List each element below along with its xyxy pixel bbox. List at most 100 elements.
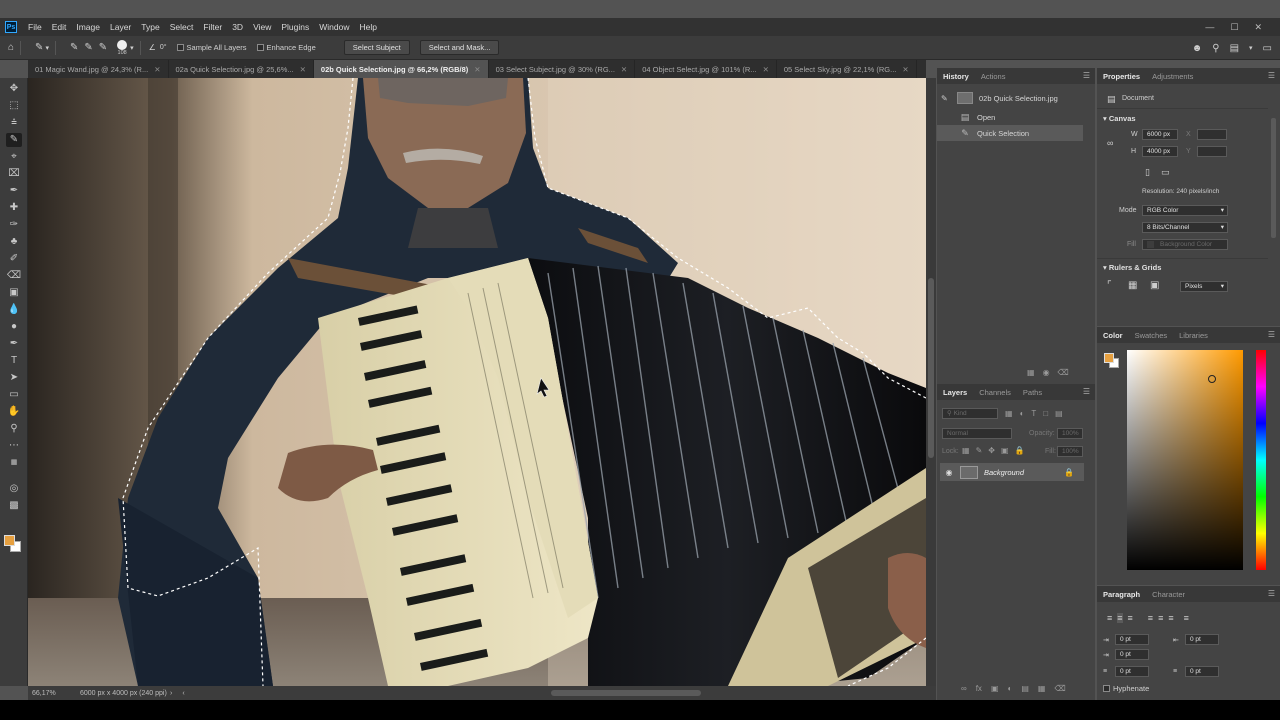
hue-slider[interactable]	[1256, 350, 1266, 570]
height-input[interactable]: 4000 px	[1142, 146, 1178, 157]
brush-picker[interactable]: 108	[117, 39, 128, 56]
share-export-icon[interactable]: ▭	[1263, 43, 1272, 54]
close-icon[interactable]: ✕	[763, 65, 769, 74]
hand-tool-icon[interactable]: ✋	[6, 405, 22, 419]
tab-actions[interactable]: Actions	[975, 72, 1012, 81]
tab-swatches[interactable]: Swatches	[1129, 331, 1174, 340]
history-brush-source-icon[interactable]: ✎	[941, 94, 948, 103]
gradient-tool-icon[interactable]: ▣	[6, 286, 22, 300]
chevron-down-icon[interactable]: ▾	[1249, 44, 1253, 52]
fill-input[interactable]: 100%	[1057, 446, 1083, 457]
lock-position-icon[interactable]: ✥	[988, 446, 995, 455]
quick-selection-tool-preset-icon[interactable]: ✎	[35, 42, 43, 53]
panel-menu-icon[interactable]: ☰	[1083, 71, 1090, 80]
enhance-edge-checkbox[interactable]: Enhance Edge	[256, 43, 316, 52]
indent-left-input[interactable]: 0 pt	[1115, 634, 1149, 645]
tab-layers[interactable]: Layers	[937, 388, 973, 397]
workspace-icon[interactable]: ▤	[1230, 43, 1239, 54]
tab-select-subject[interactable]: 03 Select Subject.jpg @ 30% (RG... ✕	[489, 60, 636, 78]
select-subject-button[interactable]: Select Subject	[343, 40, 410, 55]
eraser-tool-icon[interactable]: ⌫	[6, 269, 22, 283]
type-tool-icon[interactable]: T	[6, 354, 22, 368]
color-panel-foreground-swatch[interactable]	[1104, 353, 1114, 363]
clone-stamp-tool-icon[interactable]: ♣	[6, 235, 22, 249]
x-input[interactable]	[1197, 129, 1227, 140]
new-selection-icon[interactable]: ✎	[70, 42, 78, 53]
justify-last-right-icon[interactable]: ≡	[1168, 613, 1173, 623]
lock-image-icon[interactable]: ✎	[976, 446, 983, 455]
search-icon[interactable]: ⚲	[1212, 43, 1219, 54]
menu-select[interactable]: Select	[165, 22, 199, 32]
tab-history[interactable]: History	[937, 72, 975, 81]
home-icon[interactable]: ⌂	[8, 42, 14, 53]
link-icon[interactable]: ∞	[1107, 138, 1113, 148]
close-icon[interactable]: ✕	[902, 65, 908, 74]
align-center-icon[interactable]: ≡	[1117, 613, 1123, 623]
fill-select[interactable]: Background Color	[1142, 239, 1228, 250]
add-to-selection-icon[interactable]: ✎	[84, 42, 92, 53]
more-tools-icon[interactable]: ⋯	[6, 439, 22, 453]
trash-icon[interactable]: ⌫	[1054, 684, 1065, 693]
history-item-quick-selection[interactable]: ✎ Quick Selection	[937, 125, 1083, 141]
portrait-orientation-icon[interactable]: ▯	[1145, 167, 1150, 178]
frame-tool-icon[interactable]: ⌧	[6, 167, 22, 181]
quick-selection-tool-icon[interactable]: ✎	[6, 133, 22, 147]
color-picker-field[interactable]	[1127, 350, 1243, 570]
maximize-icon[interactable]: ☐	[1230, 22, 1238, 33]
tab-magic-wand[interactable]: 01 Magic Wand.jpg @ 24,3% (R... ✕	[28, 60, 169, 78]
y-input[interactable]	[1197, 146, 1227, 157]
hyphenate-checkbox[interactable]: Hyphenate	[1103, 684, 1149, 693]
width-input[interactable]: 6000 px	[1142, 129, 1178, 140]
shape-filter-icon[interactable]: □	[1043, 409, 1048, 418]
blend-mode-select[interactable]: Normal	[942, 428, 1012, 439]
lock-artboard-icon[interactable]: ▣	[1001, 446, 1009, 455]
menu-plugins[interactable]: Plugins	[276, 22, 314, 32]
move-tool-icon[interactable]: ✥	[6, 82, 22, 96]
lock-icon[interactable]: 🔒	[1064, 468, 1074, 477]
ruler-icon[interactable]: ⌜	[1107, 280, 1112, 291]
trash-icon[interactable]: ⌫	[1058, 368, 1069, 377]
history-brush-tool-icon[interactable]: ✐	[6, 252, 22, 266]
tab-paragraph[interactable]: Paragraph	[1097, 590, 1146, 599]
first-line-indent-input[interactable]: 0 pt	[1115, 649, 1149, 660]
bit-depth-select[interactable]: 8 Bits/Channel ▾	[1142, 222, 1228, 233]
close-icon[interactable]: ✕	[154, 65, 160, 74]
panel-menu-icon[interactable]: ☰	[1083, 387, 1090, 396]
space-before-input[interactable]: 0 pt	[1115, 666, 1149, 677]
share-icon[interactable]: ☻	[1192, 43, 1203, 54]
align-left-icon[interactable]: ≡	[1107, 613, 1112, 623]
canvas-section-title[interactable]: ▾ Canvas	[1103, 114, 1136, 123]
link-layers-icon[interactable]: ∞	[961, 684, 967, 693]
history-item-open[interactable]: ▤ Open	[937, 109, 1083, 125]
mode-select[interactable]: RGB Color ▾	[1142, 205, 1228, 216]
screen-mode-icon[interactable]: ▩	[6, 499, 22, 513]
lock-transparent-icon[interactable]: ▦	[962, 446, 970, 455]
properties-scrollbar[interactable]	[1271, 118, 1276, 238]
blur-tool-icon[interactable]: 💧	[6, 303, 22, 317]
quick-mask-icon[interactable]: ◎	[6, 482, 22, 496]
justify-last-left-icon[interactable]: ≡	[1148, 613, 1153, 623]
smart-object-filter-icon[interactable]: ▤	[1055, 409, 1063, 418]
tab-object-select[interactable]: 04 Object Select.jpg @ 101% (R... ✕	[635, 60, 777, 78]
menu-edit[interactable]: Edit	[47, 22, 72, 32]
scrollbar-thumb[interactable]	[928, 278, 934, 458]
foreground-color-swatch[interactable]	[4, 535, 15, 546]
layer-background[interactable]: ◉ Background 🔒	[940, 463, 1084, 481]
tab-quick-selection-a[interactable]: 02a Quick Selection.jpg @ 25,6%... ✕	[169, 60, 314, 78]
new-document-from-state-icon[interactable]: ▦	[1027, 368, 1035, 377]
chevron-down-icon[interactable]: ▾	[45, 44, 49, 52]
pen-tool-icon[interactable]: ✒	[6, 337, 22, 351]
angle-value[interactable]: 0°	[160, 44, 167, 51]
chevron-down-icon[interactable]: ▾	[130, 44, 134, 52]
path-selection-tool-icon[interactable]: ➤	[6, 371, 22, 385]
close-icon[interactable]: ✕	[300, 65, 306, 74]
chevron-right-icon[interactable]: ›	[170, 690, 172, 697]
panel-menu-icon[interactable]: ☰	[1268, 71, 1275, 80]
tab-libraries[interactable]: Libraries	[1173, 331, 1214, 340]
justify-all-icon[interactable]: ≡	[1184, 613, 1189, 623]
type-filter-icon[interactable]: T	[1031, 409, 1036, 418]
tab-paths[interactable]: Paths	[1017, 388, 1048, 397]
opacity-input[interactable]: 100%	[1057, 428, 1083, 439]
marquee-tool-icon[interactable]: ⬚	[6, 99, 22, 113]
add-mask-icon[interactable]: ▣	[991, 684, 999, 693]
